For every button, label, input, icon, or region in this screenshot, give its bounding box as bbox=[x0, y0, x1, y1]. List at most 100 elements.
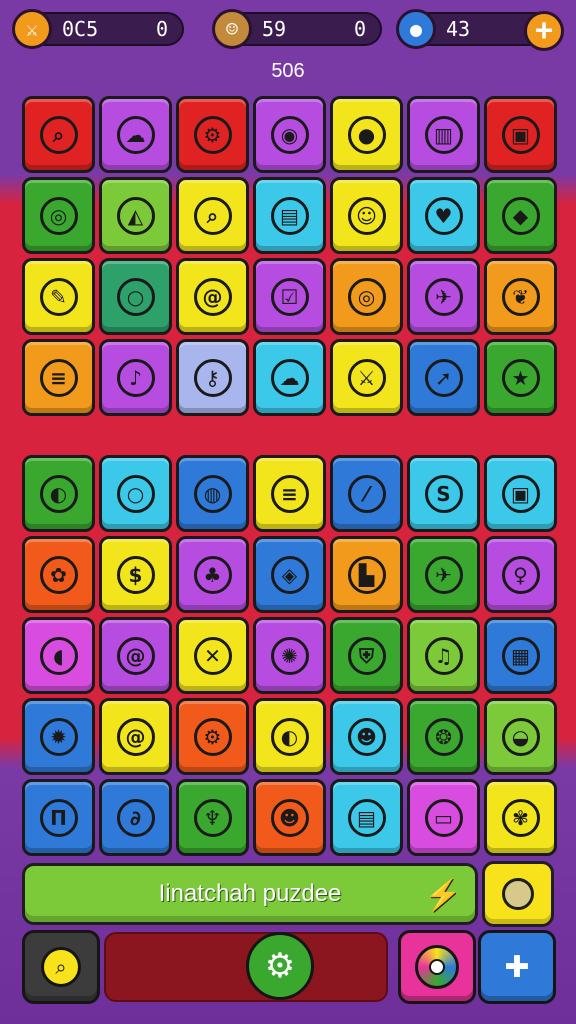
bulb-icon: ♀ bbox=[501, 555, 540, 594]
cloud-icon: ☁ bbox=[270, 358, 309, 397]
note-icon: ♪ bbox=[116, 358, 155, 397]
board-tile[interactable]: ☁ bbox=[99, 96, 172, 173]
board-tile[interactable]: ○ bbox=[99, 455, 172, 532]
board-tile[interactable]: @ bbox=[176, 258, 249, 335]
board-tile[interactable]: ⌕ bbox=[176, 177, 249, 254]
sword-icon: ⚔ bbox=[347, 358, 386, 397]
board-tile[interactable]: ☑ bbox=[253, 258, 326, 335]
board-tile[interactable]: @ bbox=[99, 698, 172, 775]
hud-center-value-a: 59 bbox=[262, 17, 287, 41]
board-tile[interactable]: ☁ bbox=[253, 339, 326, 416]
burger-icon: ≡ bbox=[39, 358, 78, 397]
board-tile[interactable]: ▙ bbox=[330, 536, 403, 613]
star-icon: ★ bbox=[501, 358, 540, 397]
board-tile[interactable]: S bbox=[407, 455, 480, 532]
settings-button[interactable]: ⚙ bbox=[246, 932, 314, 1000]
board-tile[interactable]: ▤ bbox=[253, 177, 326, 254]
donut-icon: ◎ bbox=[39, 196, 78, 235]
board-tile[interactable]: ○ bbox=[99, 258, 172, 335]
board-tile[interactable]: ▣ bbox=[484, 96, 557, 173]
board-tile[interactable]: ▥ bbox=[407, 96, 480, 173]
board-tile[interactable]: ∂ bbox=[99, 779, 172, 856]
leaf-cup-icon: ♆ bbox=[193, 798, 232, 837]
board-tile[interactable]: ⚔ bbox=[330, 339, 403, 416]
board-tile[interactable]: ♆ bbox=[176, 779, 249, 856]
board-tile[interactable]: ◆ bbox=[484, 177, 557, 254]
robot-face-icon: ▣ bbox=[501, 474, 540, 513]
board-tile[interactable]: ✾ bbox=[484, 779, 557, 856]
board-tile[interactable]: ♥ bbox=[407, 177, 480, 254]
board-tile[interactable]: $ bbox=[99, 536, 172, 613]
chat-bubble-icon: ◐ bbox=[39, 474, 78, 513]
board-tile[interactable]: ★ bbox=[484, 339, 557, 416]
board-tile[interactable]: ✈ bbox=[407, 258, 480, 335]
board-tile[interactable]: ⁄ bbox=[330, 455, 403, 532]
board-tile[interactable]: ◐ bbox=[253, 698, 326, 775]
board-tile[interactable]: ✕ bbox=[176, 617, 249, 694]
board-tile[interactable]: ◒ bbox=[484, 698, 557, 775]
egg-icon: ◍ bbox=[193, 474, 232, 513]
board-tile[interactable]: ▤ bbox=[330, 779, 403, 856]
crossed-swords-icon: ✕ bbox=[193, 636, 232, 675]
candy-icon: ◆ bbox=[501, 196, 540, 235]
hud-left-counter[interactable]: ⚔ 0C5 0 bbox=[12, 9, 184, 49]
board-tile[interactable]: ≡ bbox=[253, 455, 326, 532]
board-tile[interactable]: ◎ bbox=[330, 258, 403, 335]
color-wheel-icon bbox=[415, 945, 459, 989]
board-tile[interactable]: Π bbox=[22, 779, 95, 856]
potion-icon: ◉ bbox=[270, 115, 309, 154]
board-tile[interactable]: ☻ bbox=[253, 779, 326, 856]
board-tile[interactable]: ▣ bbox=[484, 455, 557, 532]
board-tile[interactable]: ⚷ bbox=[176, 339, 249, 416]
board-tile[interactable]: ▭ bbox=[407, 779, 480, 856]
board-tile[interactable]: ◍ bbox=[176, 455, 249, 532]
board-tile[interactable]: ♣ bbox=[176, 536, 249, 613]
board-tile[interactable]: ◎ bbox=[22, 177, 95, 254]
face-icon: ☻ bbox=[270, 798, 309, 837]
bottom-toolbar: ⌕ ⚙ ✚ bbox=[22, 930, 556, 1006]
board-top: ⌕ ☁ ⚙ ◉ ● ▥ ▣ ◎ ◭ ⌕ ▤ ☺ ♥ ◆ ✎ ○ @ ☑ ◎ ✈ ❦ ≡ ♪ ⚷ ☁ ⚔ ➚ ★ bbox=[22, 96, 557, 416]
board-bottom: ◐ ○ ◍ ≡ ⁄ S ▣ ✿ $ ♣ ◈ ▙ ✈ ♀ ◖ @ ✕ ✺ ⛨ ♫ ▦ ✹ @ ⚙ ◐ ☻ ❂ ◒ Π ∂ ♆ ☻ ▤ ▭ ✾ bbox=[22, 455, 557, 856]
board-tile[interactable]: ♫ bbox=[407, 617, 480, 694]
board-tile[interactable]: ✺ bbox=[253, 617, 326, 694]
title-banner[interactable]: Iinatchah puzdee ⚡ bbox=[22, 863, 478, 925]
board-tile[interactable]: ✹ bbox=[22, 698, 95, 775]
board-tile[interactable]: ◖ bbox=[22, 617, 95, 694]
magnifier-icon: ⌕ bbox=[41, 947, 81, 987]
color-wheel-button[interactable] bbox=[398, 930, 476, 1004]
board-tile[interactable]: ⌕ bbox=[22, 96, 95, 173]
hud-right-counter[interactable]: ● 43 + bbox=[396, 9, 564, 51]
board-tile[interactable]: ◉ bbox=[253, 96, 326, 173]
board-tile[interactable]: ✎ bbox=[22, 258, 95, 335]
board-tile[interactable]: ♪ bbox=[99, 339, 172, 416]
side-coin-tile[interactable] bbox=[482, 861, 554, 927]
swords-icon[interactable]: ⚔ bbox=[12, 9, 52, 49]
board-tile[interactable]: ≡ bbox=[22, 339, 95, 416]
board-tile[interactable]: ➚ bbox=[407, 339, 480, 416]
board-tile[interactable]: ◈ bbox=[253, 536, 326, 613]
rocket-icon: ➚ bbox=[424, 358, 463, 397]
board-tile[interactable]: ☻ bbox=[330, 698, 403, 775]
board-tile[interactable]: ❦ bbox=[484, 258, 557, 335]
board-tile[interactable]: ♀ bbox=[484, 536, 557, 613]
shield-icon: ⛨ bbox=[347, 636, 386, 675]
board-tile[interactable]: ▦ bbox=[484, 617, 557, 694]
board-tile[interactable]: ⚙ bbox=[176, 96, 249, 173]
pencil-icon: ✎ bbox=[39, 277, 78, 316]
hud-center-counter[interactable]: ☺ 59 0 bbox=[212, 9, 382, 49]
board-tile[interactable]: ◐ bbox=[22, 455, 95, 532]
plus-icon[interactable]: + bbox=[524, 11, 564, 51]
bone-button[interactable]: ✚ bbox=[478, 930, 556, 1004]
board-tile[interactable]: @ bbox=[99, 617, 172, 694]
board-tile[interactable]: ❂ bbox=[407, 698, 480, 775]
board-tile[interactable]: ⚙ bbox=[176, 698, 249, 775]
board-tile[interactable]: ✈ bbox=[407, 536, 480, 613]
search-button[interactable]: ⌕ bbox=[22, 930, 100, 1004]
board-tile[interactable]: ☺ bbox=[330, 177, 403, 254]
spiral-icon: @ bbox=[116, 636, 155, 675]
board-tile[interactable]: ● bbox=[330, 96, 403, 173]
board-tile[interactable]: ✿ bbox=[22, 536, 95, 613]
board-tile[interactable]: ◭ bbox=[99, 177, 172, 254]
board-tile[interactable]: ⛨ bbox=[330, 617, 403, 694]
lion-icon: ❂ bbox=[424, 717, 463, 756]
